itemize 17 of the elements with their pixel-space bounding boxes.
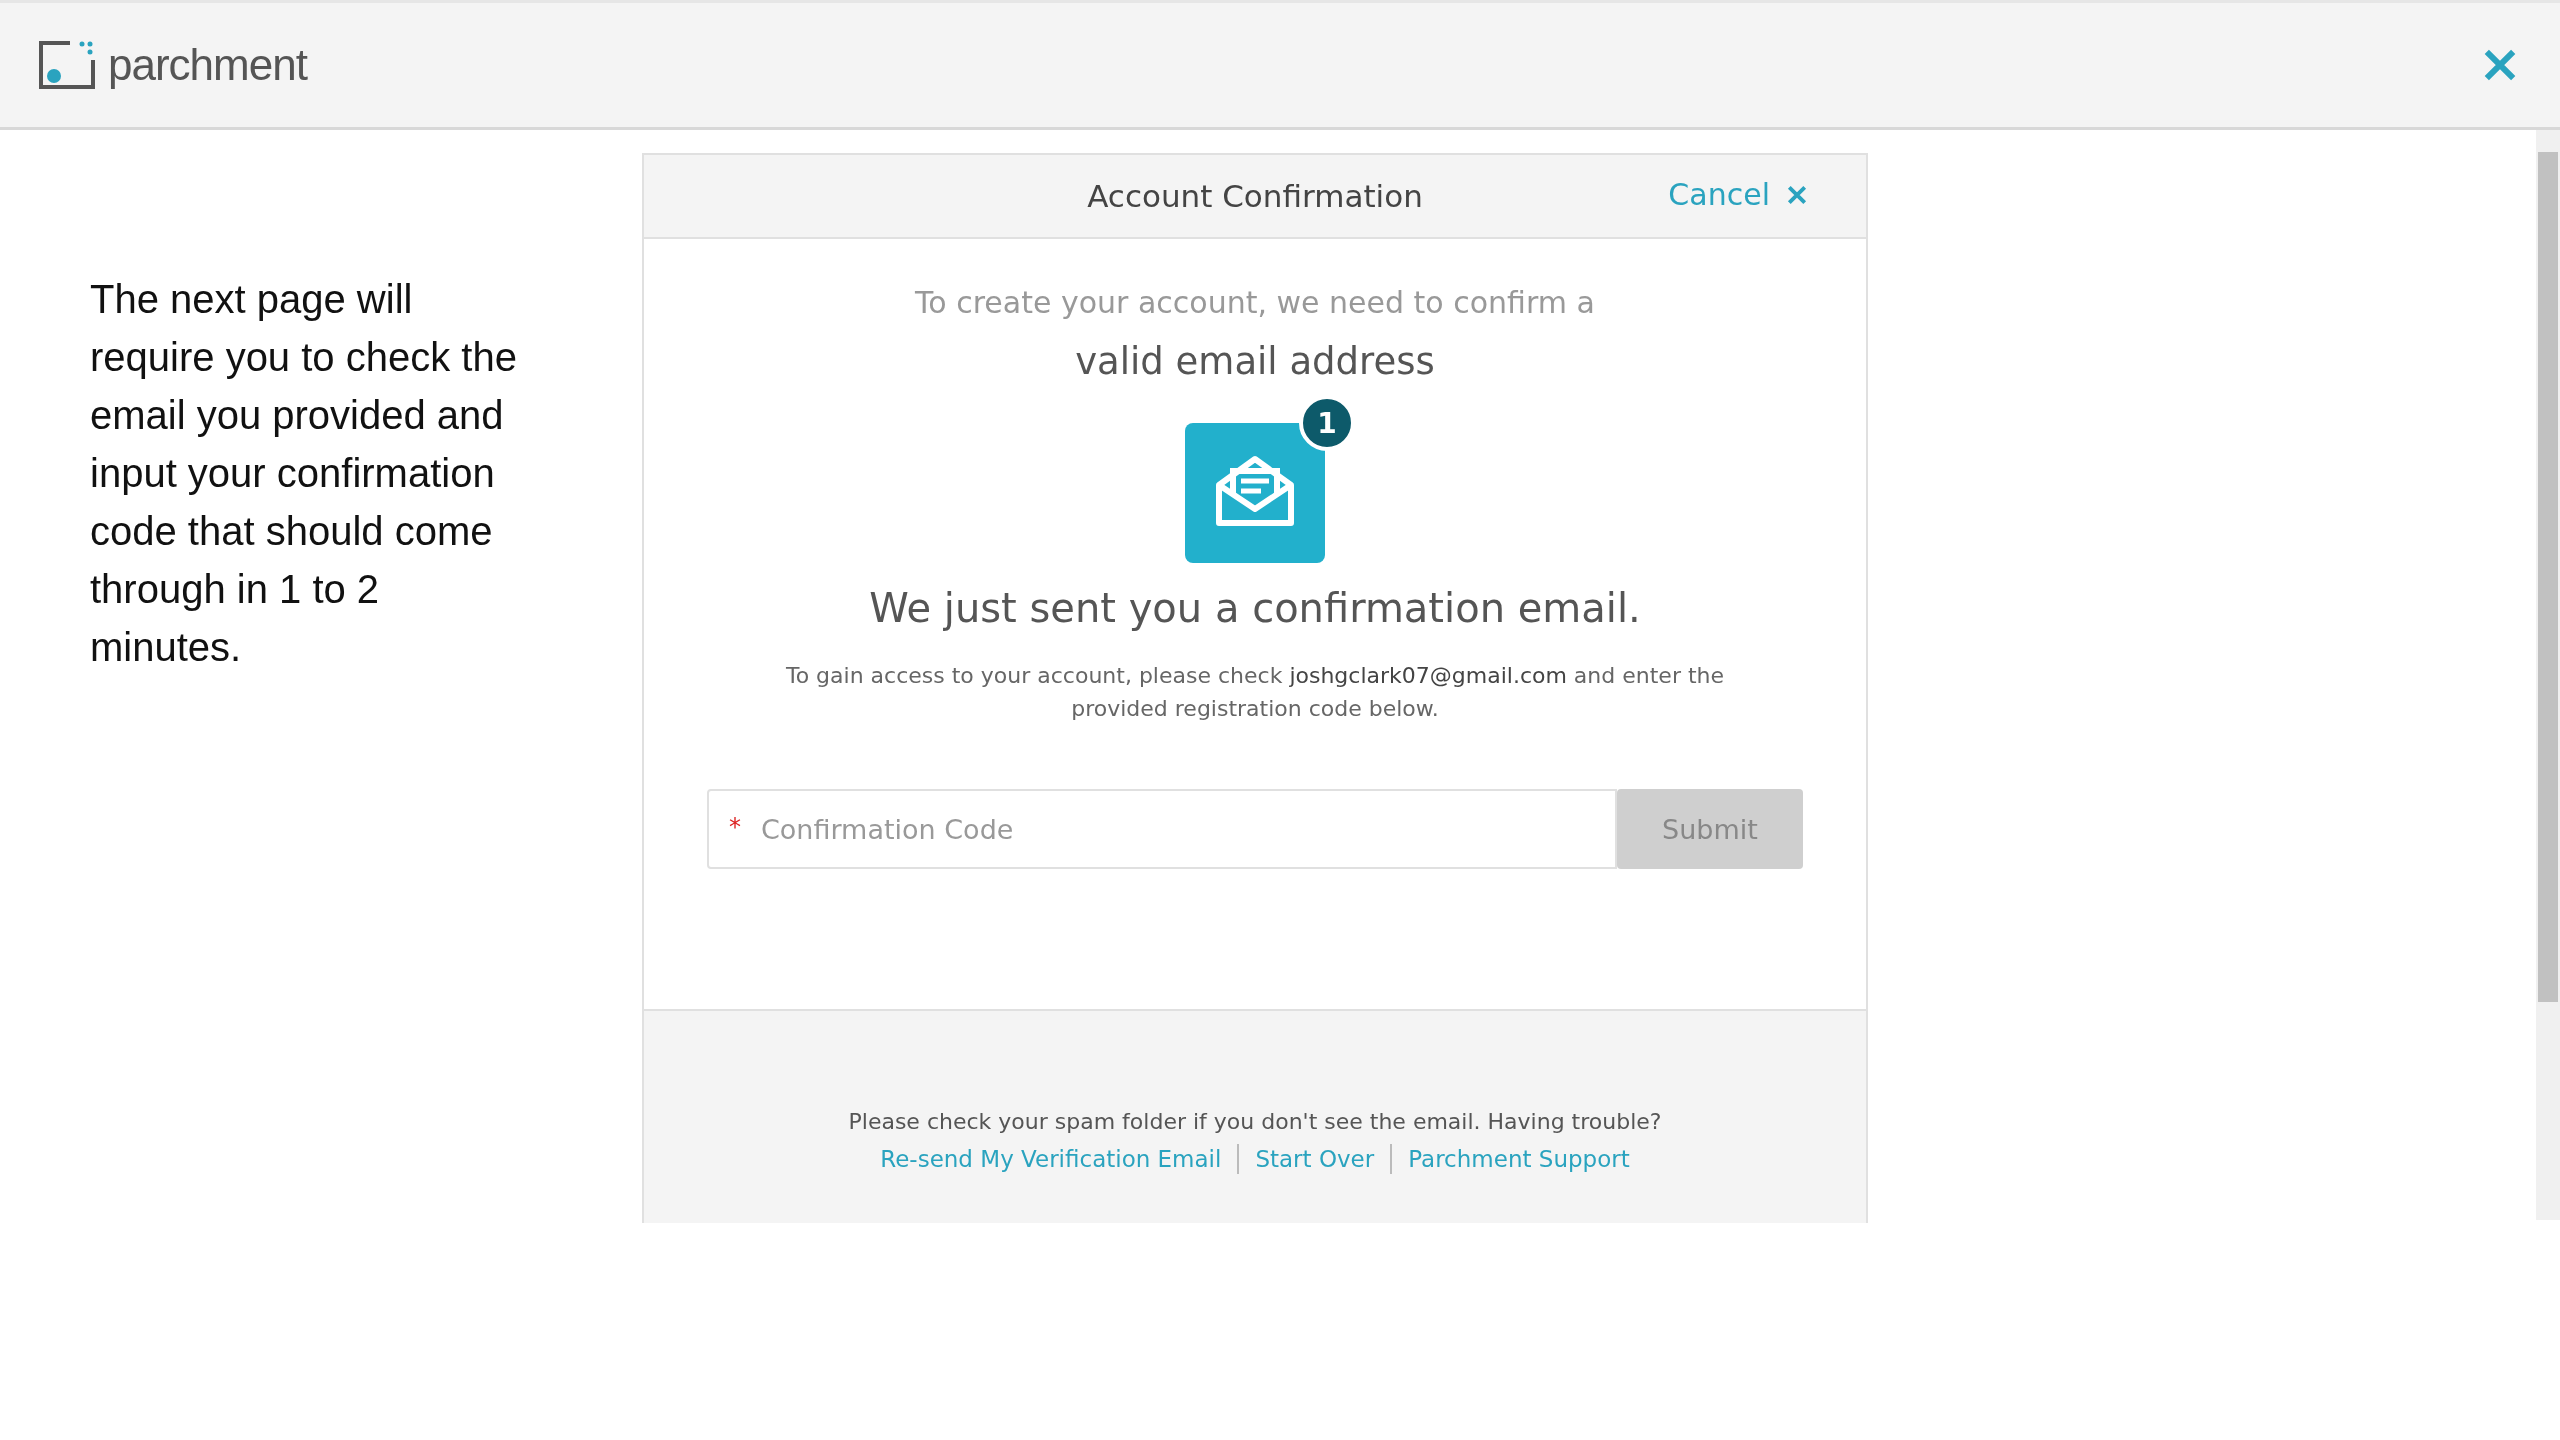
footer-link[interactable]: Start Over	[1255, 1146, 1375, 1172]
instructions-message: To gain access to your account, please check joshgclark07@gmail.com and enter the provided registration code below.	[784, 662, 1726, 723]
confirmation-heading: We just sent you a confirmation email.	[869, 585, 1641, 631]
footer-note: Please check your spam folder if you don't see the email. Having trouble?	[848, 1109, 1662, 1134]
footer-link[interactable]: Parchment Support	[1408, 1146, 1630, 1172]
required-marker: *	[729, 815, 741, 839]
cancel-button[interactable]: Cancel	[1664, 173, 1812, 216]
subtitle-emphasis: valid email address	[1075, 340, 1435, 383]
close-icon[interactable]	[2482, 47, 2518, 83]
scrollbar[interactable]	[2536, 130, 2560, 1220]
instruction-text: The next page will require you to check the email you provided and input your confirmation code that should come through in 1 to 2 minutes.	[90, 276, 518, 671]
subtitle-text: To create your account, we need to confirm a	[915, 285, 1595, 320]
footer-link[interactable]: Re-send My Verification Email	[880, 1146, 1222, 1172]
close-icon	[1786, 183, 1808, 206]
logo-icon	[38, 40, 98, 90]
dialog-title: Account Confirmation	[1087, 178, 1423, 214]
logo-text: parchment	[108, 40, 307, 90]
